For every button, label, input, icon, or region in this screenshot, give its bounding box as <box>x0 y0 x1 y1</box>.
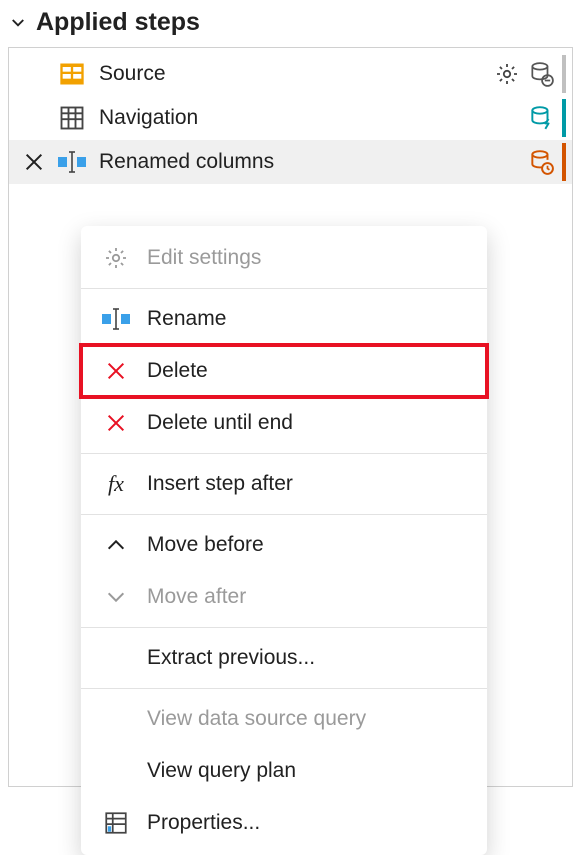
applied-steps-list: Source Navigation <box>8 47 573 787</box>
menu-separator <box>81 688 487 689</box>
database-bolt-icon <box>526 103 556 133</box>
menu-separator <box>81 288 487 289</box>
database-remove-icon <box>526 59 556 89</box>
chevron-down-icon <box>8 13 28 33</box>
step-row[interactable]: Renamed columns <box>9 140 572 184</box>
step-settings-icon[interactable] <box>492 59 522 89</box>
menu-label: View data source query <box>147 707 366 731</box>
menu-extract-previous[interactable]: Extract previous... <box>81 632 487 684</box>
step-marker <box>562 55 566 93</box>
menu-rename[interactable]: Rename <box>81 293 487 345</box>
menu-label: Insert step after <box>147 472 293 496</box>
menu-label: View query plan <box>147 759 296 783</box>
menu-label: Move before <box>147 533 264 557</box>
step-marker <box>562 143 566 181</box>
table-source-icon <box>57 59 87 89</box>
step-label: Source <box>99 62 492 86</box>
x-icon <box>99 409 133 437</box>
step-row[interactable]: Source <box>9 52 572 96</box>
menu-edit-settings: Edit settings <box>81 232 487 284</box>
chevron-down-icon <box>99 583 133 611</box>
menu-view-query-plan[interactable]: View query plan <box>81 745 487 797</box>
section-title: Applied steps <box>36 8 200 37</box>
step-marker <box>562 99 566 137</box>
menu-label: Rename <box>147 307 226 331</box>
properties-icon <box>99 809 133 837</box>
menu-label: Edit settings <box>147 246 261 270</box>
menu-separator <box>81 453 487 454</box>
table-outline-icon <box>57 103 87 133</box>
database-clock-icon <box>526 147 556 177</box>
delete-step-icon[interactable] <box>21 149 47 175</box>
x-icon <box>99 357 133 385</box>
menu-move-before[interactable]: Move before <box>81 519 487 571</box>
menu-label: Extract previous... <box>147 646 315 670</box>
menu-delete-until-end[interactable]: Delete until end <box>81 397 487 449</box>
menu-delete[interactable]: Delete <box>81 345 487 397</box>
menu-separator <box>81 514 487 515</box>
menu-label: Delete <box>147 359 208 383</box>
menu-insert-step-after[interactable]: fx Insert step after <box>81 458 487 510</box>
fx-icon: fx <box>99 470 133 498</box>
rename-icon <box>99 305 133 333</box>
step-label: Navigation <box>99 106 526 130</box>
menu-label: Delete until end <box>147 411 293 435</box>
gear-icon <box>99 244 133 272</box>
chevron-up-icon <box>99 531 133 559</box>
menu-separator <box>81 627 487 628</box>
menu-move-after: Move after <box>81 571 487 623</box>
menu-properties[interactable]: Properties... <box>81 797 487 849</box>
step-context-menu: Edit settings Rename Delete Delete u <box>81 226 487 855</box>
menu-label: Properties... <box>147 811 260 835</box>
step-label: Renamed columns <box>99 150 526 174</box>
menu-view-data-source-query: View data source query <box>81 693 487 745</box>
menu-label: Move after <box>147 585 246 609</box>
step-row[interactable]: Navigation <box>9 96 572 140</box>
section-header[interactable]: Applied steps <box>8 4 573 47</box>
rename-column-icon <box>57 147 87 177</box>
